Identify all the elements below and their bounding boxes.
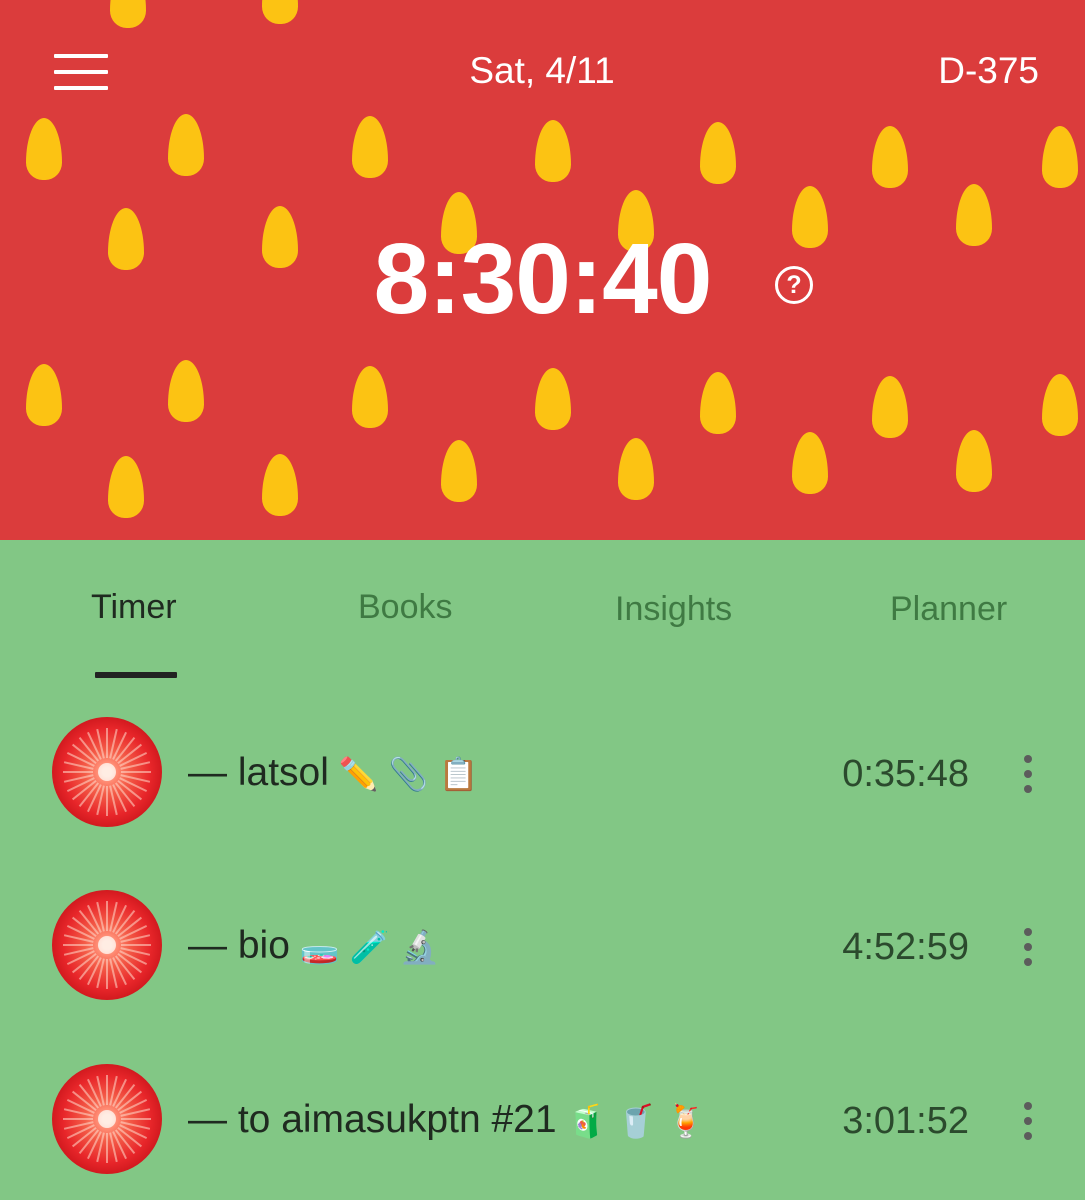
subject-row[interactable]: — to aimasukptn #21 🧃 🥤 🍹 3:01:52: [0, 1064, 1085, 1176]
cup-with-straw-emoji: 🥤: [616, 1103, 657, 1139]
tropical-drink-emoji: 🍹: [666, 1103, 707, 1139]
strawberry-slice-icon[interactable]: [52, 890, 162, 1000]
d-day-counter[interactable]: D-375: [938, 50, 1039, 92]
paperclip-emoji: 📎: [388, 756, 429, 792]
seed-shape: [262, 0, 298, 24]
seed-shape: [441, 440, 477, 502]
seed-shape: [792, 186, 828, 248]
seed-shape: [168, 114, 204, 176]
seed-shape: [1042, 126, 1078, 188]
seed-shape: [956, 184, 992, 246]
seed-shape: [26, 364, 62, 426]
seed-shape: [262, 206, 298, 268]
seed-shape: [535, 368, 571, 430]
tab-planner[interactable]: Planner: [890, 590, 1007, 629]
seed-shape: [792, 432, 828, 494]
more-options-icon[interactable]: [1018, 928, 1038, 966]
tab-books[interactable]: Books: [358, 588, 453, 627]
clipboard-emoji: 📋: [438, 756, 479, 792]
seed-shape: [700, 122, 736, 184]
microscope-emoji: 🔬: [399, 929, 440, 965]
subject-time: 0:35:48: [842, 753, 969, 795]
pencil-emoji: ✏️: [338, 756, 379, 792]
seed-shape: [700, 372, 736, 434]
more-options-icon[interactable]: [1018, 755, 1038, 793]
seed-shape: [262, 454, 298, 516]
tab-insights[interactable]: Insights: [615, 590, 732, 629]
current-date: Sat, 4/11: [469, 50, 615, 91]
subject-row[interactable]: — bio 🧫 🧪 🔬 4:52:59: [0, 890, 1085, 1002]
tab-timer[interactable]: Timer: [91, 588, 177, 627]
seed-shape: [956, 430, 992, 492]
seed-shape: [26, 118, 62, 180]
seed-shape: [618, 438, 654, 500]
juice-box-emoji: 🧃: [566, 1103, 607, 1139]
seed-shape: [352, 366, 388, 428]
hamburger-menu-icon[interactable]: [54, 52, 108, 92]
subject-time: 3:01:52: [842, 1100, 969, 1142]
seed-shape: [352, 116, 388, 178]
strawberry-slice-icon[interactable]: [52, 1064, 162, 1174]
strawberry-header: Sat, 4/11 D-375 8:30:40 ?: [0, 0, 1085, 540]
active-tab-indicator: [95, 672, 177, 678]
seed-shape: [168, 360, 204, 422]
seed-shape: [872, 126, 908, 188]
help-icon[interactable]: ?: [775, 266, 813, 304]
strawberry-slice-icon[interactable]: [52, 717, 162, 827]
seed-shape: [108, 456, 144, 518]
seed-shape: [535, 120, 571, 182]
subject-row[interactable]: — latsol ✏️ 📎 📋 0:35:48: [0, 717, 1085, 829]
petri-dish-emoji: 🧫: [299, 929, 340, 965]
seed-shape: [110, 0, 146, 28]
subject-name: — bio: [188, 924, 290, 967]
total-study-timer: 8:30:40: [373, 223, 713, 335]
seed-shape: [872, 376, 908, 438]
test-tube-emoji: 🧪: [349, 929, 390, 965]
seed-shape: [1042, 374, 1078, 436]
subject-name: — to aimasukptn #21: [188, 1098, 557, 1141]
subject-time: 4:52:59: [842, 926, 969, 968]
subject-name: — latsol: [188, 751, 329, 794]
seed-shape: [108, 208, 144, 270]
more-options-icon[interactable]: [1018, 1102, 1038, 1140]
